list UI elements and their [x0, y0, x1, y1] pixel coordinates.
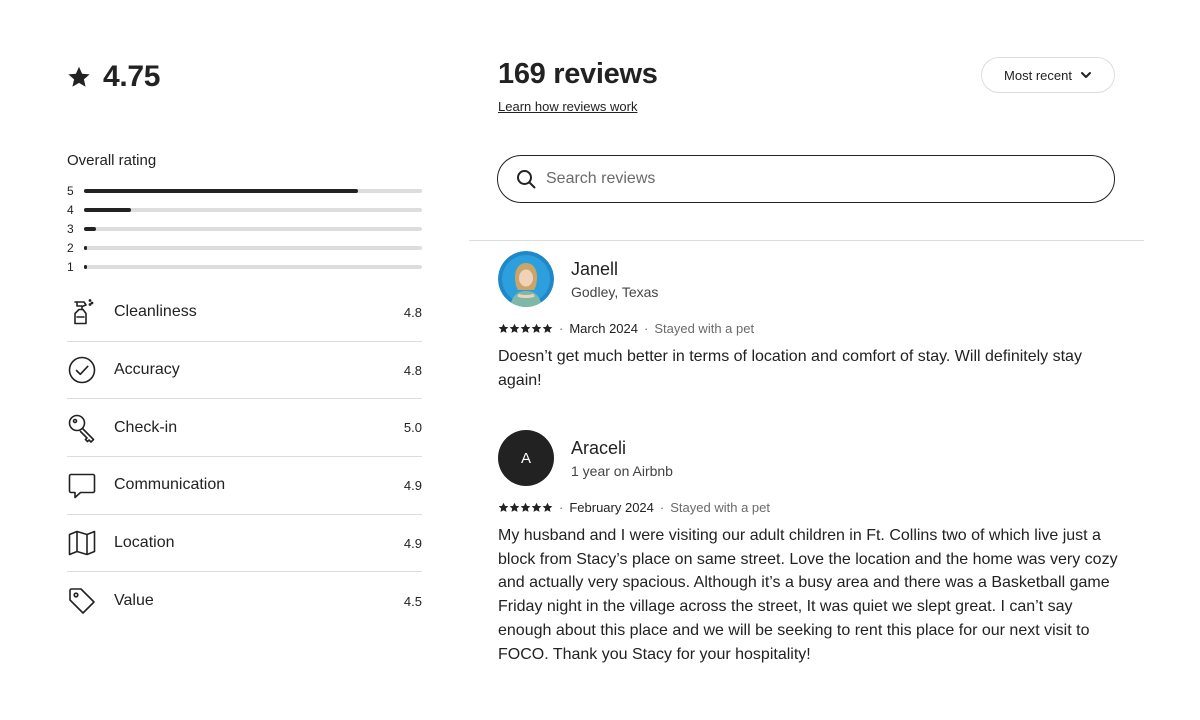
star-rating: [498, 323, 553, 334]
sort-dropdown-button[interactable]: Most recent: [981, 57, 1115, 93]
overall-rating-title: Overall rating: [67, 152, 157, 169]
separator-dot: ·: [659, 500, 665, 515]
reviewer-subtitle: Godley, Texas: [571, 283, 659, 300]
star-icon: [509, 323, 520, 333]
separator-dot: ·: [644, 321, 649, 336]
overall-score: 4.75: [67, 60, 161, 94]
distribution-star-label: 1: [67, 259, 74, 274]
reviewer-name: Janell: [571, 258, 619, 279]
reviewer-info: Araceli 1 year on Airbnb: [571, 438, 673, 479]
star-icon: [498, 323, 509, 333]
star-icon: [498, 502, 509, 512]
review-meta: · February 2024 · Stayed with a pet: [498, 500, 1118, 515]
score-value: 4.75: [103, 60, 161, 93]
star-icon: [68, 66, 90, 87]
distribution-row: 1: [67, 257, 422, 276]
learn-how-reviews-work-link[interactable]: Learn how reviews work: [498, 99, 637, 114]
trip-type: Stayed with a pet: [670, 500, 770, 515]
review-date: February 2024: [569, 500, 654, 515]
distribution-row: 3: [67, 219, 422, 238]
distribution-bar: [84, 226, 96, 231]
review-item: A Araceli 1 year on Airbnb · February 20…: [498, 430, 1118, 666]
category-value: 4.9: [403, 535, 422, 551]
star-icon: [509, 502, 520, 512]
distribution-row: 5: [67, 181, 422, 200]
check-circle-icon: [67, 355, 97, 385]
key-icon: [67, 413, 97, 443]
separator-dot: ·: [559, 321, 564, 336]
reviewer-subtitle: 1 year on Airbnb: [571, 462, 673, 479]
sort-label: Most recent: [1004, 67, 1072, 83]
distribution-row: 2: [67, 238, 422, 257]
map-icon: [67, 528, 97, 558]
search-input[interactable]: [546, 170, 1066, 188]
search-reviews-field[interactable]: [497, 155, 1115, 203]
avatar[interactable]: [498, 251, 554, 307]
review-date: March 2024: [569, 321, 638, 336]
distribution-row: 4: [67, 200, 422, 219]
reviewer-name: Araceli: [571, 437, 627, 458]
reviewer-info: Janell Godley, Texas: [571, 259, 658, 300]
review-header: A Araceli 1 year on Airbnb: [498, 430, 1118, 486]
category-label: Value: [114, 592, 154, 610]
category-check-in: Check-in 5.0: [67, 399, 422, 458]
spray-bottle-icon: [67, 297, 97, 327]
category-label: Cleanliness: [114, 303, 197, 321]
category-value: Value 4.5: [67, 572, 422, 630]
star-icon: [520, 323, 531, 333]
distribution-track: [84, 188, 422, 193]
star-rating: [498, 502, 553, 513]
review-text: My husband and I were visiting our adult…: [498, 527, 1118, 663]
chat-bubble-icon: [67, 470, 97, 500]
category-label: Communication: [114, 476, 226, 494]
star-icon: [531, 323, 542, 333]
category-value: 4.9: [403, 477, 422, 493]
review-header: Janell Godley, Texas: [498, 251, 1118, 307]
category-ratings: Cleanliness 4.8 Accuracy 4.8 Check-in 5.…: [67, 284, 422, 630]
category-cleanliness: Cleanliness 4.8: [67, 284, 422, 342]
category-label: Location: [114, 534, 175, 552]
search-icon: [517, 170, 536, 189]
category-accuracy: Accuracy 4.8: [67, 342, 422, 400]
review-meta: · March 2024 · Stayed with a pet: [498, 321, 1118, 336]
rating-distribution: 5 4 3 2 1: [67, 181, 422, 276]
distribution-bar: [84, 264, 88, 269]
category-label: Check-in: [114, 418, 178, 436]
trip-type: Stayed with a pet: [654, 321, 755, 336]
section-divider: [469, 240, 1144, 241]
star-icon: [520, 502, 531, 512]
category-communication: Communication 4.9: [67, 457, 422, 515]
category-value: 4.5: [403, 593, 422, 609]
category-label: Accuracy: [114, 361, 180, 379]
distribution-star-label: 2: [67, 240, 74, 255]
tag-icon: [67, 586, 97, 616]
review-text: Doesn’t get much better in terms of loca…: [498, 348, 1082, 389]
distribution-bar: [84, 245, 88, 250]
distribution-star-label: 4: [67, 202, 74, 217]
distribution-track: [84, 245, 422, 250]
category-value: 4.8: [403, 362, 422, 378]
distribution-star-label: 5: [67, 183, 74, 198]
avatar[interactable]: A: [498, 430, 554, 486]
distribution-track: [84, 226, 422, 231]
category-value: 5.0: [403, 420, 422, 436]
separator-dot: ·: [559, 500, 564, 515]
distribution-bar: [84, 188, 358, 193]
star-icon: [542, 323, 553, 333]
star-icon: [542, 502, 553, 512]
category-value: 4.8: [403, 304, 422, 320]
star-icon: [531, 502, 542, 512]
reviews-count-title: 169 reviews: [498, 58, 658, 90]
distribution-bar: [84, 207, 132, 212]
distribution-track: [84, 207, 422, 212]
distribution-track: [84, 264, 422, 269]
category-location: Location 4.9: [67, 515, 422, 573]
review-item: Janell Godley, Texas · March 2024 · Stay…: [498, 251, 1118, 392]
chevron-down-icon: [1080, 72, 1091, 78]
distribution-star-label: 3: [67, 221, 74, 236]
